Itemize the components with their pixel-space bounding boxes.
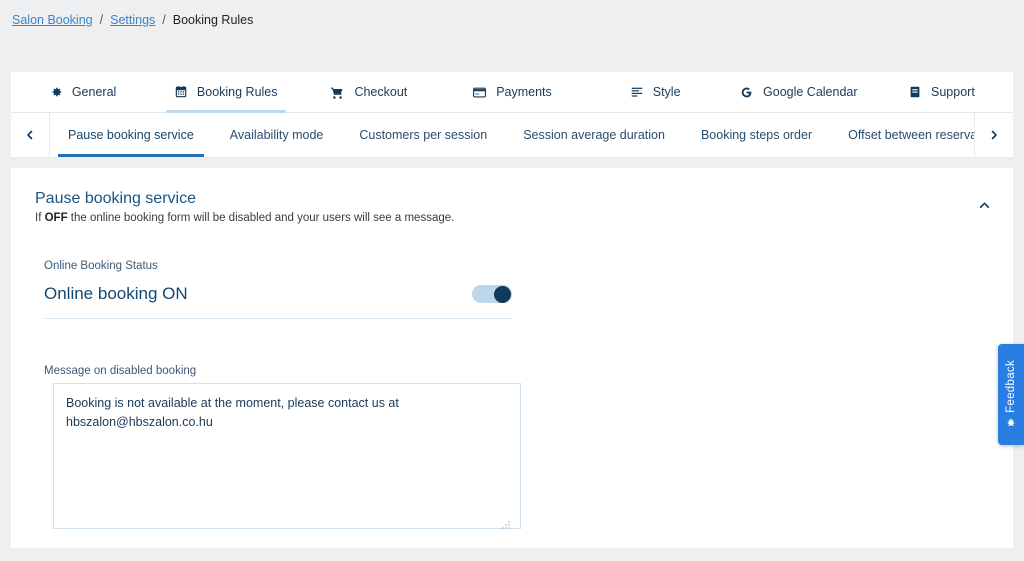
breadcrumb-link-salon-booking[interactable]: Salon Booking: [12, 13, 93, 27]
subtab-availability-mode[interactable]: Availability mode: [212, 113, 342, 157]
subtab-next-button[interactable]: [974, 113, 1013, 157]
tab-support-label: Support: [931, 85, 975, 99]
tab-checkout[interactable]: Checkout: [297, 72, 440, 112]
sub-tab-scroll-area: Pause booking service Availability mode …: [50, 113, 974, 157]
calendar-icon: [174, 85, 188, 99]
tab-booking-rules-label: Booking Rules: [196, 85, 278, 99]
settings-card: General Booking Rules Checkout Payments …: [11, 72, 1013, 158]
tab-style[interactable]: Style: [584, 72, 727, 112]
credit-card-icon: [472, 85, 487, 100]
tab-checkout-label: Checkout: [354, 85, 408, 99]
main-tab-bar: General Booking Rules Checkout Payments …: [11, 72, 1013, 113]
tab-google-calendar[interactable]: Google Calendar: [727, 72, 870, 112]
breadcrumb-separator-2: /: [162, 13, 166, 27]
tab-booking-rules[interactable]: Booking Rules: [154, 72, 297, 113]
tab-support[interactable]: Support: [870, 72, 1013, 112]
list-lines-icon: [630, 85, 644, 99]
subtab-booking-steps-order[interactable]: Booking steps order: [683, 113, 830, 157]
subtab-label: Customers per session: [359, 128, 488, 142]
subtab-offset-between-reservations[interactable]: Offset between reservations: [830, 113, 974, 157]
subtab-pause-booking-service[interactable]: Pause booking service: [50, 113, 212, 157]
page-title: Pause booking service: [35, 190, 196, 207]
feedback-tab[interactable]: Feedback: [998, 344, 1024, 445]
subtab-session-average-duration[interactable]: Session average duration: [505, 113, 683, 157]
tab-google-calendar-label: Google Calendar: [763, 85, 858, 99]
subtab-label: Offset between reservations: [848, 128, 974, 142]
bug-icon: [1005, 417, 1017, 429]
book-icon: [908, 85, 922, 99]
panel-body: Online Booking Status Online booking ON …: [11, 260, 1013, 534]
breadcrumb-current: Booking Rules: [172, 13, 254, 27]
subtab-label: Availability mode: [229, 128, 324, 142]
gear-icon: [49, 85, 63, 99]
subtab-label: Booking steps order: [700, 128, 813, 142]
feedback-label: Feedback: [1005, 360, 1017, 413]
tab-payments-label: Payments: [496, 85, 552, 99]
breadcrumb: Salon Booking / Settings / Booking Rules: [0, 0, 1024, 40]
online-booking-status-value: Online booking ON: [44, 284, 188, 303]
subtab-label: Session average duration: [523, 128, 665, 142]
message-on-disabled-booking-input[interactable]: [53, 383, 521, 529]
google-g-icon: [739, 85, 754, 100]
chevron-up-icon: [979, 202, 989, 208]
subtab-prev-button[interactable]: [11, 113, 50, 157]
panel-subtitle-before: If: [35, 212, 45, 224]
chevron-left-icon: [27, 130, 33, 140]
subtab-customers-per-session[interactable]: Customers per session: [341, 113, 505, 157]
cart-icon: [330, 85, 345, 100]
panel-collapse-button[interactable]: [973, 196, 995, 214]
online-booking-status-label: Online Booking Status: [44, 260, 158, 272]
pause-booking-service-panel: Pause booking service If OFF the online …: [11, 168, 1013, 548]
tab-general-label: General: [71, 85, 117, 99]
chevron-right-icon: [991, 130, 997, 140]
panel-subtitle: If OFF the online booking form will be d…: [35, 212, 989, 224]
sub-tab-bar: Pause booking service Availability mode …: [11, 113, 1013, 158]
breadcrumb-separator-1: /: [99, 13, 104, 27]
tab-style-label: Style: [652, 85, 681, 99]
panel-subtitle-after: the online booking form will be disabled…: [67, 212, 455, 224]
message-on-disabled-booking-label: Message on disabled booking: [44, 365, 197, 377]
panel-header: Pause booking service If OFF the online …: [11, 168, 1013, 224]
toggle-knob: [494, 285, 511, 303]
message-textarea-wrapper: [44, 383, 521, 534]
tab-general[interactable]: General: [11, 72, 154, 112]
subtab-label: Pause booking service: [68, 128, 194, 142]
breadcrumb-link-settings[interactable]: Settings: [110, 13, 155, 27]
online-booking-toggle-row: Online booking ON: [44, 272, 512, 319]
online-booking-toggle[interactable]: [472, 285, 512, 303]
panel-subtitle-bold: OFF: [44, 212, 68, 224]
tab-payments[interactable]: Payments: [440, 72, 583, 112]
